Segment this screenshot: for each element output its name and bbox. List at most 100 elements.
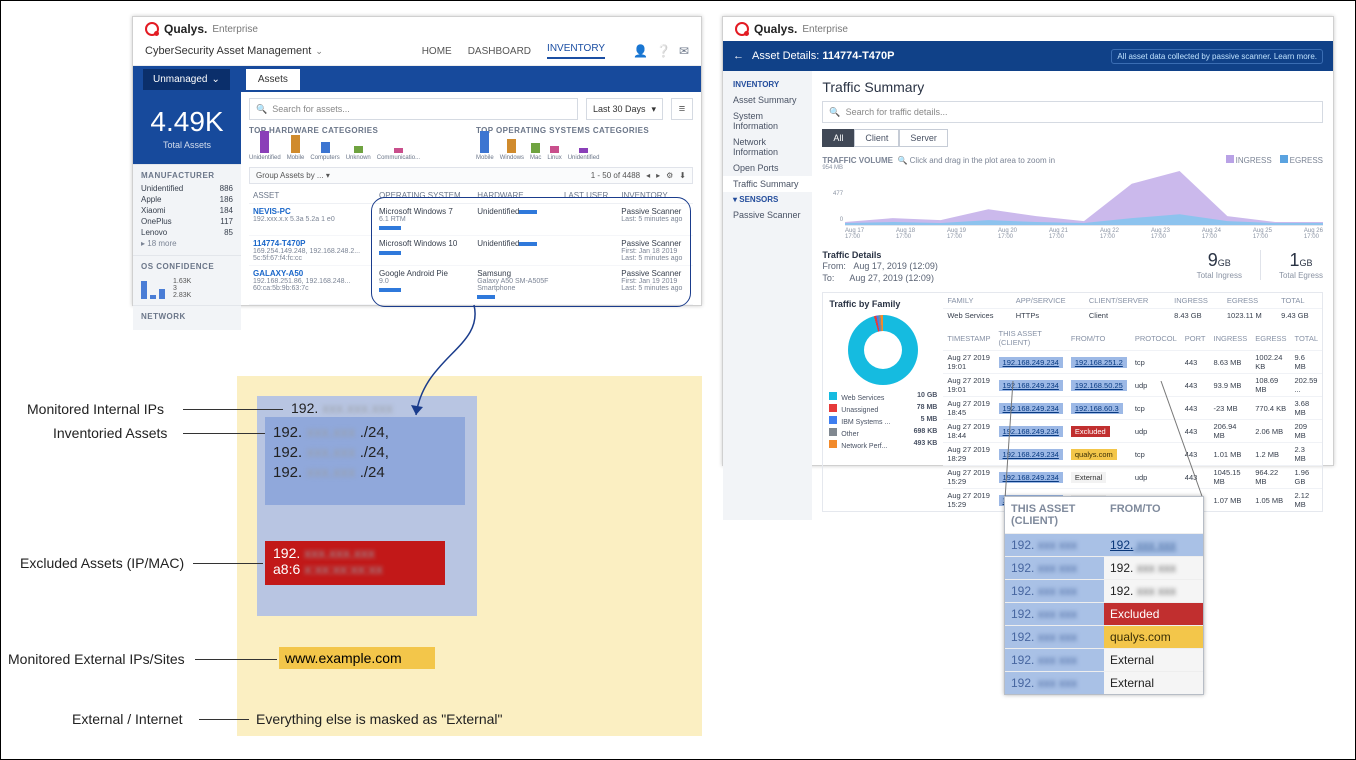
- filter-unmanaged[interactable]: Unmanaged⌄: [143, 69, 230, 90]
- traffic-row[interactable]: Aug 27 2019 18:45192.168.249.234192.168.…: [943, 397, 1322, 420]
- zoom-callout: THIS ASSET (CLIENT) FROM/TO 192. xxx xxx…: [1004, 496, 1204, 695]
- left-sidebar: 4.49K Total Assets MANUFACTURER Unidenti…: [133, 92, 241, 330]
- search-icon: 🔍: [256, 104, 267, 115]
- seg-client[interactable]: Client: [854, 129, 899, 147]
- top-nav: CyberSecurity Asset Management⌄ HOME DAS…: [133, 41, 701, 66]
- side-open-ports[interactable]: Open Ports: [723, 160, 812, 176]
- see-more[interactable]: ▸ 18 more: [141, 239, 177, 248]
- traffic-row[interactable]: Aug 27 2019 19:01192.168.249.234192.168.…: [943, 351, 1322, 374]
- total-assets-label: Total Assets: [133, 140, 241, 150]
- side-system-info[interactable]: System Information: [723, 108, 812, 134]
- help-icon[interactable]: ❔: [656, 44, 671, 58]
- mfr-row[interactable]: Xiaomi184: [141, 205, 233, 216]
- monitored-ip: 192. xxx.xxx.xxx: [291, 400, 393, 416]
- passive-banner[interactable]: All asset data collected by passive scan…: [1111, 49, 1323, 64]
- traffic-row[interactable]: Aug 27 2019 18:44192.168.249.234Excluded…: [943, 420, 1322, 443]
- cat-bar[interactable]: Mobile: [287, 135, 305, 161]
- detail-title: Asset Details: 114774-T470P: [752, 50, 894, 62]
- chevron-down-icon: ⌄: [315, 46, 323, 56]
- qualys-logo-icon: [735, 22, 749, 36]
- label-external: External / Internet: [72, 711, 183, 727]
- label-monitored-internal: Monitored Internal IPs: [27, 401, 164, 417]
- nav-home[interactable]: HOME: [422, 46, 452, 57]
- cat-bar[interactable]: Mac: [530, 143, 541, 161]
- back-arrow-icon[interactable]: ←: [733, 50, 744, 62]
- prev-page[interactable]: ◂: [646, 171, 650, 180]
- total-ingress: 9GBTotal Ingress: [1197, 250, 1242, 280]
- view-toggle[interactable]: ≡: [671, 98, 693, 120]
- segmented-control: All Client Server: [822, 129, 1323, 147]
- cat-bar[interactable]: Unknown: [346, 146, 371, 161]
- qualys-logo-icon: [145, 22, 159, 36]
- filter-bar: Unmanaged⌄ Assets: [133, 66, 701, 92]
- assets-table: ASSETOPERATING SYSTEMHARDWARELAST USERIN…: [249, 188, 693, 305]
- asset-row[interactable]: NEVIS-PC192.xxx.x.x 5.3a 5.2a 1 e0 Micro…: [249, 204, 693, 236]
- brand-name: Qualys.: [164, 22, 207, 36]
- inventoried-ips: 192. xxx.xxx ./24, 192. xxx.xxx ./24, 19…: [273, 423, 389, 483]
- cat-bar[interactable]: Computers: [310, 142, 339, 161]
- cat-bar[interactable]: Linux: [547, 146, 561, 161]
- mail-icon[interactable]: ✉: [679, 44, 689, 58]
- user-icon[interactable]: 👤: [633, 44, 648, 58]
- traffic-search-input[interactable]: 🔍Search for traffic details...: [822, 101, 1323, 123]
- os-cat-title: TOP OPERATING SYSTEMS CATEGORIES: [476, 126, 693, 135]
- chevron-down-icon: ⌄: [211, 74, 219, 85]
- seg-server[interactable]: Server: [899, 129, 948, 147]
- cat-bar[interactable]: Unidentified: [249, 131, 281, 161]
- traffic-detail-table: TIMESTAMPTHIS ASSET (CLIENT)FROM/TOPROTO…: [943, 326, 1322, 511]
- side-asset-summary[interactable]: Asset Summary: [723, 92, 812, 108]
- chart-legend: INGRESS EGRESS: [1226, 155, 1323, 165]
- traffic-row[interactable]: Aug 27 2019 19:01192.168.249.234192.168.…: [943, 374, 1322, 397]
- mfr-row[interactable]: Unidentified886: [141, 183, 233, 194]
- cat-bar[interactable]: Windows: [500, 139, 524, 161]
- side-passive-scanner[interactable]: Passive Scanner: [723, 207, 812, 223]
- nav-inventory[interactable]: INVENTORY: [547, 43, 605, 59]
- total-assets-card: 4.49K Total Assets: [133, 92, 241, 164]
- traffic-by-family-title: Traffic by Family: [829, 299, 937, 309]
- module-switcher[interactable]: CyberSecurity Asset Management⌄: [145, 45, 323, 57]
- diagram-external-site: www.example.com: [279, 647, 435, 669]
- brand-suffix: Enterprise: [212, 24, 258, 35]
- traffic-details-title: Traffic Details: [822, 250, 938, 260]
- cat-bar[interactable]: Unidentified: [568, 148, 600, 161]
- zoom-row: 192. xxx xxxqualys.com: [1005, 625, 1203, 648]
- asset-row[interactable]: 114774-T470P169.254.149.248, 192.168.248…: [249, 236, 693, 266]
- date-filter[interactable]: Last 30 Days▾: [586, 98, 663, 120]
- side-network-info[interactable]: Network Information: [723, 134, 812, 160]
- family-summary-table: FAMILYAPP/SERVICECLIENT/SERVERINGRESSEGR…: [943, 293, 1322, 322]
- mfr-row[interactable]: Lenovo85: [141, 227, 233, 238]
- side-traffic-summary[interactable]: Traffic Summary: [723, 176, 812, 192]
- traffic-volume-chart[interactable]: [845, 168, 1323, 226]
- zoom-row: 192. xxx xxxExcluded: [1005, 602, 1203, 625]
- diagram-excluded-box: 192. xxx.xxx.xxx a8:6 x:xx:xx:xx:xx: [265, 541, 445, 585]
- traffic-row[interactable]: Aug 27 2019 18:29192.168.249.234qualys.c…: [943, 443, 1322, 466]
- label-monitored-external: Monitored External IPs/Sites: [8, 651, 185, 667]
- download-icon[interactable]: ⬇: [679, 171, 686, 180]
- label-excluded: Excluded Assets (IP/MAC): [20, 555, 184, 571]
- brand-bar: Qualys. Enterprise: [133, 17, 701, 41]
- cat-bar[interactable]: Communicatio...: [377, 148, 420, 161]
- mfr-row[interactable]: Apple186: [141, 194, 233, 205]
- seg-all[interactable]: All: [822, 129, 854, 147]
- zoom-row: 192. xxx xxx192. xxx xxx: [1005, 556, 1203, 579]
- osconf-title: OS CONFIDENCE: [141, 262, 233, 271]
- paging-text: 1 - 50 of 4488: [591, 171, 640, 180]
- cat-bar[interactable]: Mobile: [476, 131, 494, 161]
- nav-dashboard[interactable]: DASHBOARD: [468, 46, 531, 57]
- search-input[interactable]: 🔍Search for assets...: [249, 98, 578, 120]
- next-page[interactable]: ▸: [656, 171, 660, 180]
- traffic-volume-title: TRAFFIC VOLUME: [822, 156, 893, 165]
- asset-row[interactable]: GALAXY-A50192.168.251.86, 192.168.248...…: [249, 266, 693, 305]
- label-external-note: Everything else is masked as "External": [256, 711, 503, 727]
- mfr-row[interactable]: OnePlus117: [141, 216, 233, 227]
- total-egress: 1GBTotal Egress: [1279, 250, 1323, 280]
- asset-details-screenshot: Qualys. Enterprise ← Asset Details: 1147…: [722, 16, 1334, 466]
- tab-assets[interactable]: Assets: [246, 69, 300, 90]
- traffic-row[interactable]: Aug 27 2019 15:29192.168.249.234External…: [943, 466, 1322, 489]
- chevron-down-icon: ▾: [651, 104, 656, 115]
- settings-icon[interactable]: ⚙: [666, 171, 673, 180]
- zoom-col-asset: THIS ASSET (CLIENT): [1005, 497, 1104, 533]
- group-by[interactable]: Group Assets by ... ▾: [256, 171, 330, 180]
- network-title: NETWORK: [141, 312, 233, 321]
- zoom-row: 192. xxx xxx192. xxx xxx: [1005, 533, 1203, 556]
